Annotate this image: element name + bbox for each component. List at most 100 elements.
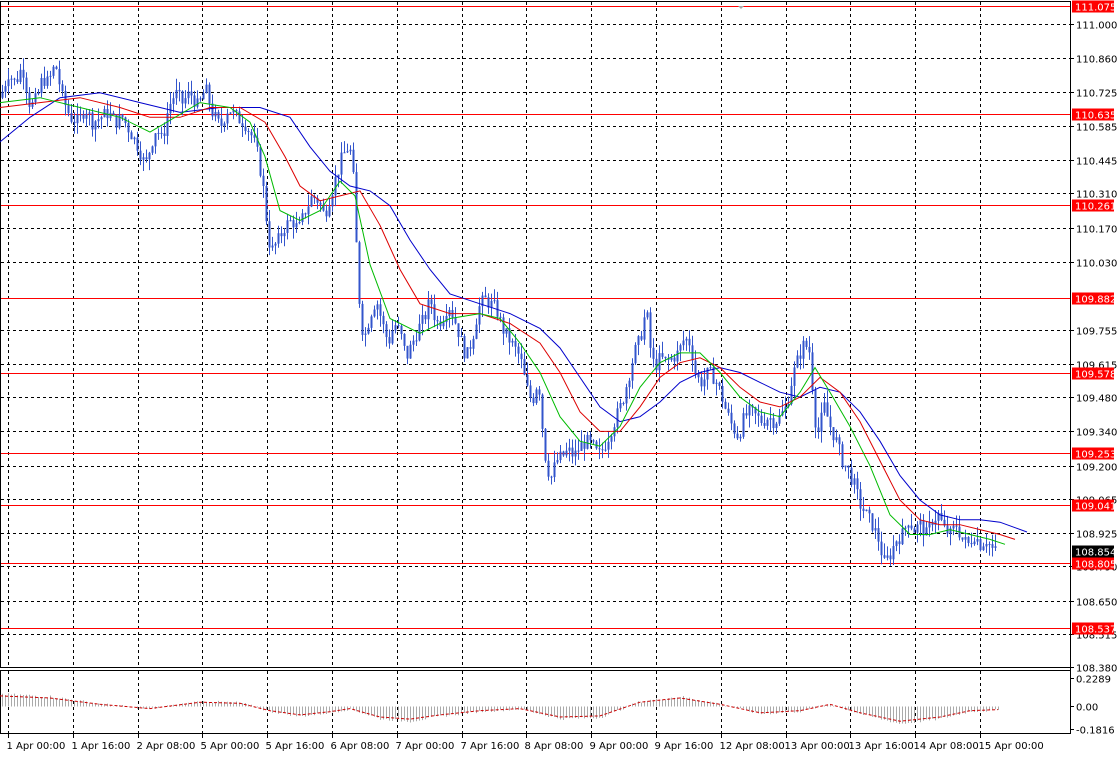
candle-body bbox=[709, 367, 712, 369]
time-label: 8 Apr 08:00 bbox=[525, 741, 584, 752]
candle-body bbox=[370, 316, 373, 328]
candle-body bbox=[112, 112, 115, 115]
candle-body bbox=[757, 413, 760, 416]
candle-body bbox=[169, 103, 172, 114]
candle-body bbox=[859, 489, 862, 509]
candle-body bbox=[361, 303, 364, 335]
candle-body bbox=[832, 427, 835, 441]
candle-body bbox=[826, 402, 829, 417]
candle-body bbox=[808, 346, 811, 353]
time-label: 9 Apr 16:00 bbox=[655, 741, 714, 752]
candle-body bbox=[634, 344, 637, 364]
candle-body bbox=[16, 79, 19, 82]
candle-body bbox=[157, 132, 160, 134]
candle-body bbox=[523, 359, 526, 375]
candle-body bbox=[505, 328, 508, 334]
candle-body bbox=[802, 340, 805, 359]
candle-body bbox=[277, 233, 280, 244]
candle-body bbox=[406, 345, 409, 359]
candle-body bbox=[694, 360, 697, 374]
candle-body bbox=[463, 336, 466, 359]
price-chart[interactable]: 111.000 110.860 110.725 110.585 110.445 110.3… bbox=[0, 0, 1120, 758]
candle-body bbox=[907, 525, 910, 528]
candle-body bbox=[919, 520, 922, 525]
level-price-label: 110.635 bbox=[1075, 111, 1116, 122]
candle-body bbox=[358, 242, 361, 304]
candle-body bbox=[829, 416, 832, 428]
candle-body bbox=[454, 317, 457, 324]
candle-body bbox=[259, 146, 262, 176]
candle-body bbox=[175, 89, 178, 99]
time-axis: 1 Apr 00:00 1 Apr 16:00 2 Apr 08:00 5 Apr 0… bbox=[7, 734, 1044, 752]
candle-body bbox=[673, 357, 676, 362]
candle-body bbox=[577, 450, 580, 452]
candle-body bbox=[40, 77, 43, 94]
candle-body bbox=[994, 546, 997, 548]
candle-body bbox=[154, 133, 157, 147]
candle-body bbox=[658, 353, 661, 371]
candle-body bbox=[268, 221, 271, 248]
price-label: 109.340 bbox=[1076, 428, 1117, 439]
candle-body bbox=[628, 380, 631, 388]
candle-body bbox=[604, 449, 607, 451]
candle-body bbox=[559, 451, 562, 461]
candle-body bbox=[304, 213, 307, 215]
candle-body bbox=[490, 300, 493, 308]
time-label: 1 Apr 16:00 bbox=[72, 741, 131, 752]
candle-body bbox=[7, 79, 10, 87]
time-label: 14 Apr 08:00 bbox=[914, 741, 979, 752]
candle-body bbox=[151, 146, 154, 153]
candle-body bbox=[688, 338, 691, 346]
level-price-box: 110.261 bbox=[1072, 199, 1116, 213]
candle-body bbox=[421, 314, 424, 324]
candle-body bbox=[700, 377, 703, 387]
level-price-box: 109.578 bbox=[1072, 367, 1116, 381]
candle-body bbox=[388, 337, 391, 344]
candle-body bbox=[631, 363, 634, 381]
candle-body bbox=[817, 427, 820, 432]
candle-body bbox=[874, 528, 877, 531]
candle-body bbox=[799, 355, 802, 359]
candle-body bbox=[391, 330, 394, 344]
candle-body bbox=[922, 520, 925, 536]
candle-body bbox=[601, 449, 604, 451]
horizontal-levels[interactable] bbox=[1, 6, 1070, 629]
candle-body bbox=[241, 123, 244, 127]
candle-body bbox=[493, 300, 496, 302]
candle-body bbox=[805, 340, 808, 347]
candle-body bbox=[973, 541, 976, 545]
candle-body bbox=[661, 353, 664, 357]
time-label: 7 Apr 16:00 bbox=[461, 741, 520, 752]
time-label: 9 Apr 00:00 bbox=[590, 741, 649, 752]
candle-body bbox=[385, 324, 388, 338]
chart-shift-marker[interactable] bbox=[738, 6, 744, 9]
candle-body bbox=[820, 412, 823, 432]
candle-body bbox=[310, 196, 313, 207]
candle-body bbox=[427, 299, 430, 320]
candle-body bbox=[706, 367, 709, 380]
candle-body bbox=[397, 325, 400, 327]
candle-body bbox=[967, 537, 970, 543]
candle-body bbox=[625, 387, 628, 404]
oscillator-label: 0.2289 bbox=[1076, 675, 1111, 686]
candle-body bbox=[862, 508, 865, 512]
oscillator-panel bbox=[0, 693, 999, 724]
candle-body bbox=[346, 151, 349, 153]
candle-body bbox=[139, 150, 142, 160]
candle-body bbox=[19, 69, 22, 82]
candle-body bbox=[307, 206, 310, 215]
candle-body bbox=[73, 121, 76, 124]
candle-body bbox=[898, 541, 901, 545]
candle-body bbox=[970, 542, 973, 545]
candle-body bbox=[244, 126, 247, 132]
candle-body bbox=[901, 528, 904, 545]
candle-body bbox=[742, 413, 745, 437]
candle-body bbox=[22, 69, 25, 78]
candle-body bbox=[574, 450, 577, 457]
candle-series bbox=[1, 58, 997, 566]
time-label: 13 Apr 00:00 bbox=[785, 741, 850, 752]
candle-body bbox=[373, 309, 376, 317]
price-label: 110.170 bbox=[1076, 225, 1117, 236]
oscillator-axis: 0.2289 0.00 -0.1816 bbox=[1070, 675, 1115, 737]
level-price-label: 108.805 bbox=[1075, 560, 1116, 571]
